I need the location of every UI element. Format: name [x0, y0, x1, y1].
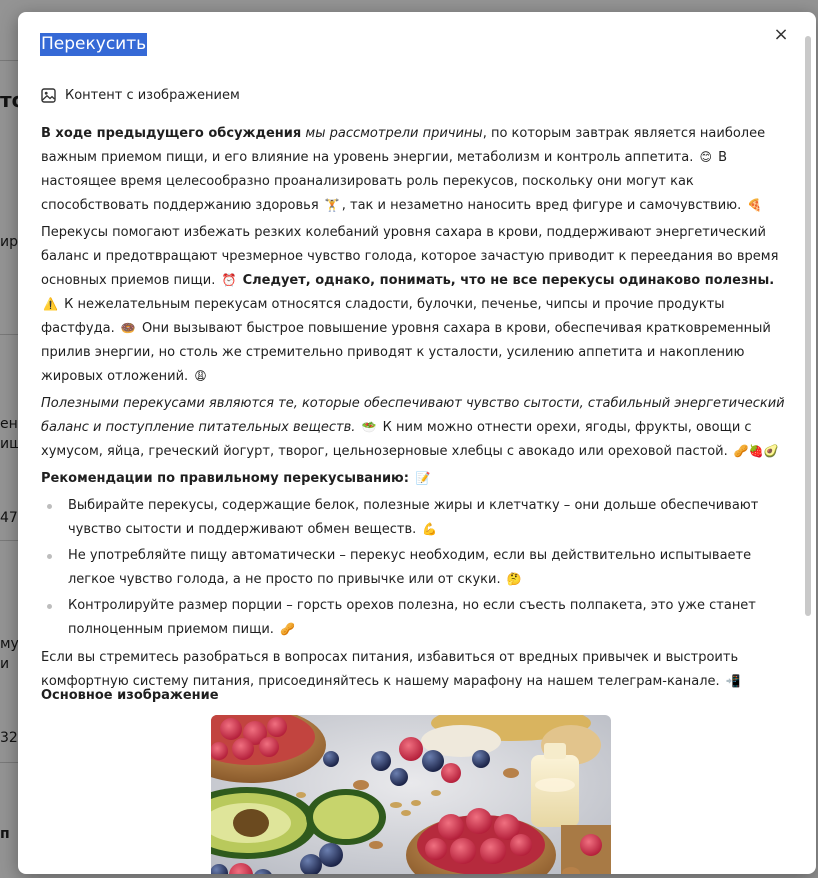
bold-text: В ходе предыдущего обсуждения — [41, 126, 302, 141]
thinking-face-icon: 🤔 — [506, 572, 522, 586]
salad-icon: 🥗 — [361, 420, 377, 434]
image-icon — [41, 88, 56, 103]
main-image-heading: Основное изображение — [41, 688, 219, 703]
donut-icon: 🍩 — [120, 321, 136, 335]
list-item-text: Не употребляйте пищу автоматически – пер… — [68, 548, 752, 587]
alarm-clock-icon: ⏰ — [221, 273, 237, 287]
paragraph: Полезными перекусами являются те, которы… — [41, 392, 786, 464]
paragraph: Перекусы помогают избежать резких колеба… — [41, 221, 786, 389]
list-item: Выбирайте перекусы, содержащие белок, по… — [47, 494, 786, 542]
close-icon[interactable]: × — [772, 26, 790, 44]
peanut-icon: 🥜 — [280, 622, 296, 636]
paragraph-text: , так и незаметно наносить вред фигуре и… — [341, 198, 742, 213]
healthy-snacks-photo — [211, 715, 611, 874]
paragraph-text: Если вы стремитесь разобраться в вопроса… — [41, 650, 739, 689]
main-image — [211, 715, 611, 874]
post-body: В ходе предыдущего обсуждения мы рассмот… — [41, 122, 786, 697]
modal-title: Перекусить — [40, 33, 148, 56]
recommendations-title: Рекомендации по правильному перекусывани… — [41, 471, 409, 486]
scrollbar-thumb[interactable] — [805, 36, 811, 616]
paragraph-text: Они вызывают быстрое повышение уровня са… — [41, 321, 771, 384]
post-preview-modal: Перекусить × Контент с изображением В хо… — [18, 12, 816, 874]
smiling-face-icon: 😊 — [699, 150, 712, 164]
content-type-label: Контент с изображением — [41, 88, 240, 103]
content-type-text: Контент с изображением — [65, 88, 240, 103]
list-item-text: Контролируйте размер порции – горсть оре… — [68, 598, 756, 637]
list-item: Контролируйте размер порции – горсть оре… — [47, 594, 786, 642]
list-item: Не употребляйте пищу автоматически – пер… — [47, 544, 786, 592]
italic-text: мы рассмотрели причины — [305, 126, 483, 141]
pizza-icon: 🍕 — [747, 198, 763, 212]
list-item-text: Выбирайте перекусы, содержащие белок, по… — [68, 498, 759, 537]
warning-icon: ⚠️ — [43, 297, 58, 311]
tired-face-icon: 😩 — [194, 369, 207, 383]
recommendations-list: Выбирайте перекусы, содержащие белок, по… — [41, 494, 786, 642]
paragraph: Если вы стремитесь разобраться в вопроса… — [41, 646, 786, 694]
bold-text: Следует, однако, понимать, что не все пе… — [242, 273, 775, 288]
flexed-biceps-icon: 💪 — [422, 522, 438, 536]
recommendations-heading: Рекомендации по правильному перекусывани… — [41, 467, 786, 491]
modal-scrollbar[interactable] — [804, 28, 812, 874]
paragraph: В ходе предыдущего обсуждения мы рассмот… — [41, 122, 786, 218]
peanut-strawberry-avocado-icon: 🥜🍓🥑 — [733, 444, 779, 458]
weightlifter-icon: 🏋 — [324, 198, 340, 212]
memo-icon: 📝 — [415, 471, 431, 485]
mobile-phone-arrow-icon: 📲 — [725, 674, 741, 688]
